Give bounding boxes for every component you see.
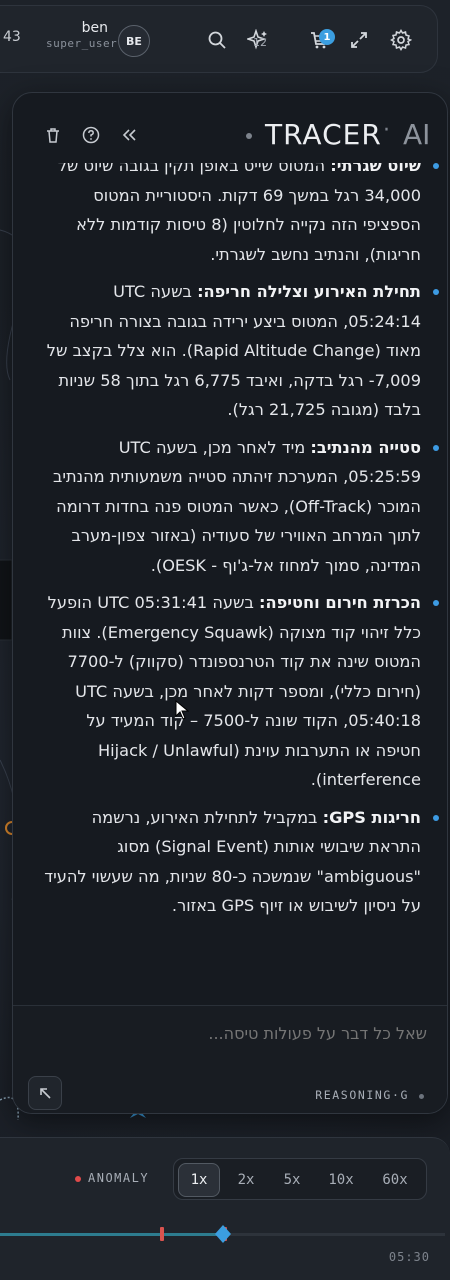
bullet-list: שיוט שגרתי: המטוס שייט באופן תקין בגובה … — [39, 163, 439, 929]
avatar[interactable]: BE — [118, 25, 150, 57]
bullet-heading: שיוט שגרתי: — [330, 163, 421, 175]
chat-content[interactable]: שיוט שגרתי: המטוס שייט באופן תקין בגובה … — [13, 163, 447, 1003]
expand-input-button[interactable] — [28, 1076, 62, 1110]
brand-dot — [246, 133, 252, 139]
bullet-text: בשעה UTC 05:24:14, המטוס ביצע ירידה בגוב… — [46, 282, 421, 419]
brand-title: TRACER — [265, 118, 382, 151]
bullet-dot — [433, 600, 439, 606]
bullet-heading: הכרזת חירום וחטיפה: — [259, 593, 421, 612]
anomaly-dot — [75, 1176, 81, 1182]
speed-10x[interactable]: 10x — [316, 1163, 366, 1197]
bullet-text: המטוס שייט באופן תקין בגובה שיוט של 34,0… — [57, 163, 421, 264]
list-item: תחילת האירוע וצלילה חריפה: בשעה UTC 05:2… — [39, 277, 439, 425]
reasoning-label[interactable]: REASONING·G — [315, 1088, 409, 1102]
speed-selector: 1x 2x 5x 10x 60x — [173, 1158, 427, 1200]
playback-bar: ANOMALY 1x 2x 5x 10x 60x 05:30 — [0, 1137, 450, 1280]
cart-badge: 1 — [319, 29, 335, 45]
bullet-heading: סטייה מהנתיב: — [310, 437, 421, 457]
bullet-heading: חריגות GPS: — [322, 807, 421, 827]
chat-input-area: REASONING·G — [13, 1005, 447, 1113]
speed-2x[interactable]: 2x — [224, 1163, 268, 1197]
top-bar: 43 ben super_user BE 12 1 — [0, 5, 438, 73]
help-icon[interactable] — [82, 126, 100, 144]
user-role: super_user — [46, 37, 118, 50]
brand-suffix: AI — [403, 118, 431, 151]
list-item: חריגות GPS: במקביל לתחילת האירוע, נרשמה … — [39, 803, 439, 921]
arrow-up-left-icon — [40, 1088, 51, 1099]
timeline-thumb[interactable] — [213, 1224, 233, 1244]
search-icon[interactable] — [205, 28, 229, 52]
bullet-text: בשעה UTC 05:31:41 הופעל כלל זיהוי קוד מצ… — [47, 593, 421, 789]
anomaly-marker[interactable] — [160, 1227, 164, 1241]
partial-number: 43 — [3, 29, 21, 45]
expand-icon[interactable] — [347, 28, 371, 52]
ask-input[interactable] — [67, 1024, 427, 1043]
list-item: סטייה מהנתיב: מיד לאחר מכן, בשעה UTC 05:… — [39, 433, 439, 581]
bullet-dot — [433, 163, 439, 169]
user-name: ben — [81, 20, 108, 36]
bullet-text: מיד לאחר מכן, בשעה UTC 05:25:59, המערכת … — [52, 437, 421, 575]
tracer-panel: TRACER · AI שיוט שגרתי: המטוס שייט באופן… — [12, 92, 448, 1114]
bullet-dot — [433, 289, 439, 295]
trash-icon[interactable] — [44, 126, 62, 144]
bullet-dot — [433, 444, 439, 451]
gear-icon[interactable] — [389, 28, 413, 52]
list-item: שיוט שגרתי: המטוס שייט באופן תקין בגובה … — [39, 163, 439, 269]
sparkle-count: 12 — [253, 36, 267, 49]
bullet-dot — [433, 814, 439, 821]
current-time: 05:30 — [388, 1250, 430, 1264]
bullet-heading: תחילת האירוע וצלילה חריפה: — [197, 282, 421, 301]
mouse-cursor-icon — [175, 700, 189, 720]
speed-5x[interactable]: 5x — [270, 1163, 314, 1197]
speed-1x[interactable]: 1x — [178, 1163, 220, 1197]
user-info[interactable]: ben super_user — [46, 20, 118, 50]
reasoning-status-dot — [419, 1094, 424, 1099]
anomaly-label[interactable]: ANOMALY — [88, 1171, 149, 1185]
speed-60x[interactable]: 60x — [368, 1163, 422, 1197]
brand-separator: · — [383, 118, 390, 143]
timeline-progress — [0, 1233, 223, 1236]
collapse-icon[interactable] — [120, 126, 138, 144]
list-item: הכרזת חירום וחטיפה: בשעה UTC 05:31:41 הו… — [39, 588, 439, 795]
